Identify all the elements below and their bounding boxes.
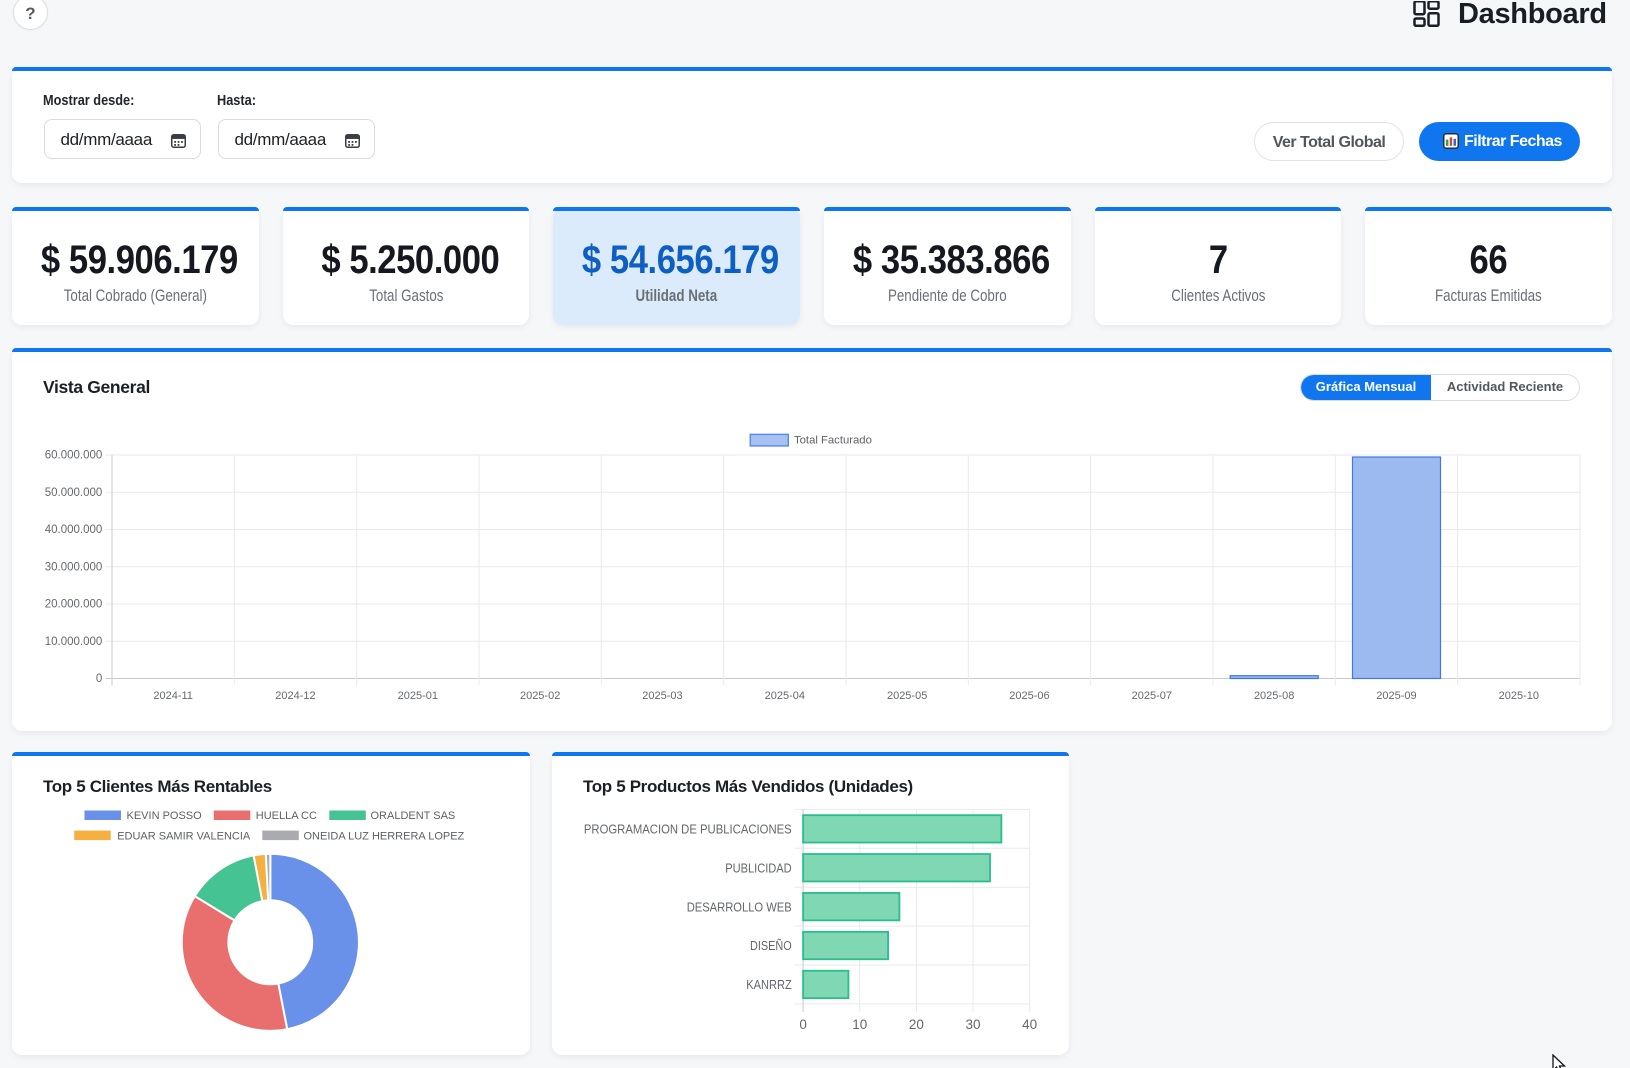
svg-text:2025-08: 2025-08 [1254, 690, 1294, 702]
svg-text:EDUAR SAMIR VALENCIA: EDUAR SAMIR VALENCIA [117, 830, 251, 842]
svg-text:30.000.000: 30.000.000 [45, 561, 103, 573]
svg-text:2025-05: 2025-05 [887, 690, 927, 702]
svg-text:0: 0 [96, 673, 102, 685]
svg-text:40.000.000: 40.000.000 [45, 524, 103, 536]
svg-text:HUELLA CC: HUELLA CC [256, 810, 317, 822]
svg-text:20: 20 [909, 1017, 924, 1032]
svg-text:KEVIN POSSO: KEVIN POSSO [127, 810, 203, 822]
svg-text:60.000.000: 60.000.000 [45, 450, 103, 462]
svg-text:2024-11: 2024-11 [153, 690, 193, 702]
svg-text:Total Facturado: Total Facturado [794, 435, 872, 447]
svg-text:DISEÑO: DISEÑO [750, 938, 792, 953]
svg-text:30: 30 [966, 1017, 981, 1032]
svg-text:ORALDENT SAS: ORALDENT SAS [371, 810, 456, 822]
svg-text:2025-07: 2025-07 [1132, 690, 1172, 702]
svg-text:10: 10 [852, 1017, 867, 1032]
svg-text:PUBLICIDAD: PUBLICIDAD [725, 860, 792, 875]
svg-text:40: 40 [1022, 1017, 1037, 1032]
svg-text:2025-06: 2025-06 [1009, 690, 1049, 702]
svg-text:2025-09: 2025-09 [1376, 690, 1416, 702]
svg-text:20.000.000: 20.000.000 [45, 599, 103, 611]
svg-text:2025-03: 2025-03 [642, 690, 682, 702]
svg-text:2025-10: 2025-10 [1499, 690, 1539, 702]
svg-text:DESARROLLO WEB: DESARROLLO WEB [687, 899, 792, 914]
svg-text:2025-01: 2025-01 [398, 690, 438, 702]
svg-text:2024-12: 2024-12 [275, 690, 315, 702]
svg-text:2025-04: 2025-04 [765, 690, 805, 702]
svg-text:KANRRZ: KANRRZ [746, 977, 791, 992]
svg-text:ONEIDA LUZ HERRERA LOPEZ: ONEIDA LUZ HERRERA LOPEZ [304, 830, 465, 842]
svg-text:0: 0 [799, 1017, 807, 1032]
svg-text:50.000.000: 50.000.000 [45, 487, 103, 499]
svg-text:10.000.000: 10.000.000 [45, 636, 103, 648]
svg-text:PROGRAMACION DE PUBLICACIONES: PROGRAMACION DE PUBLICACIONES [584, 821, 792, 836]
svg-text:2025-02: 2025-02 [520, 690, 560, 702]
